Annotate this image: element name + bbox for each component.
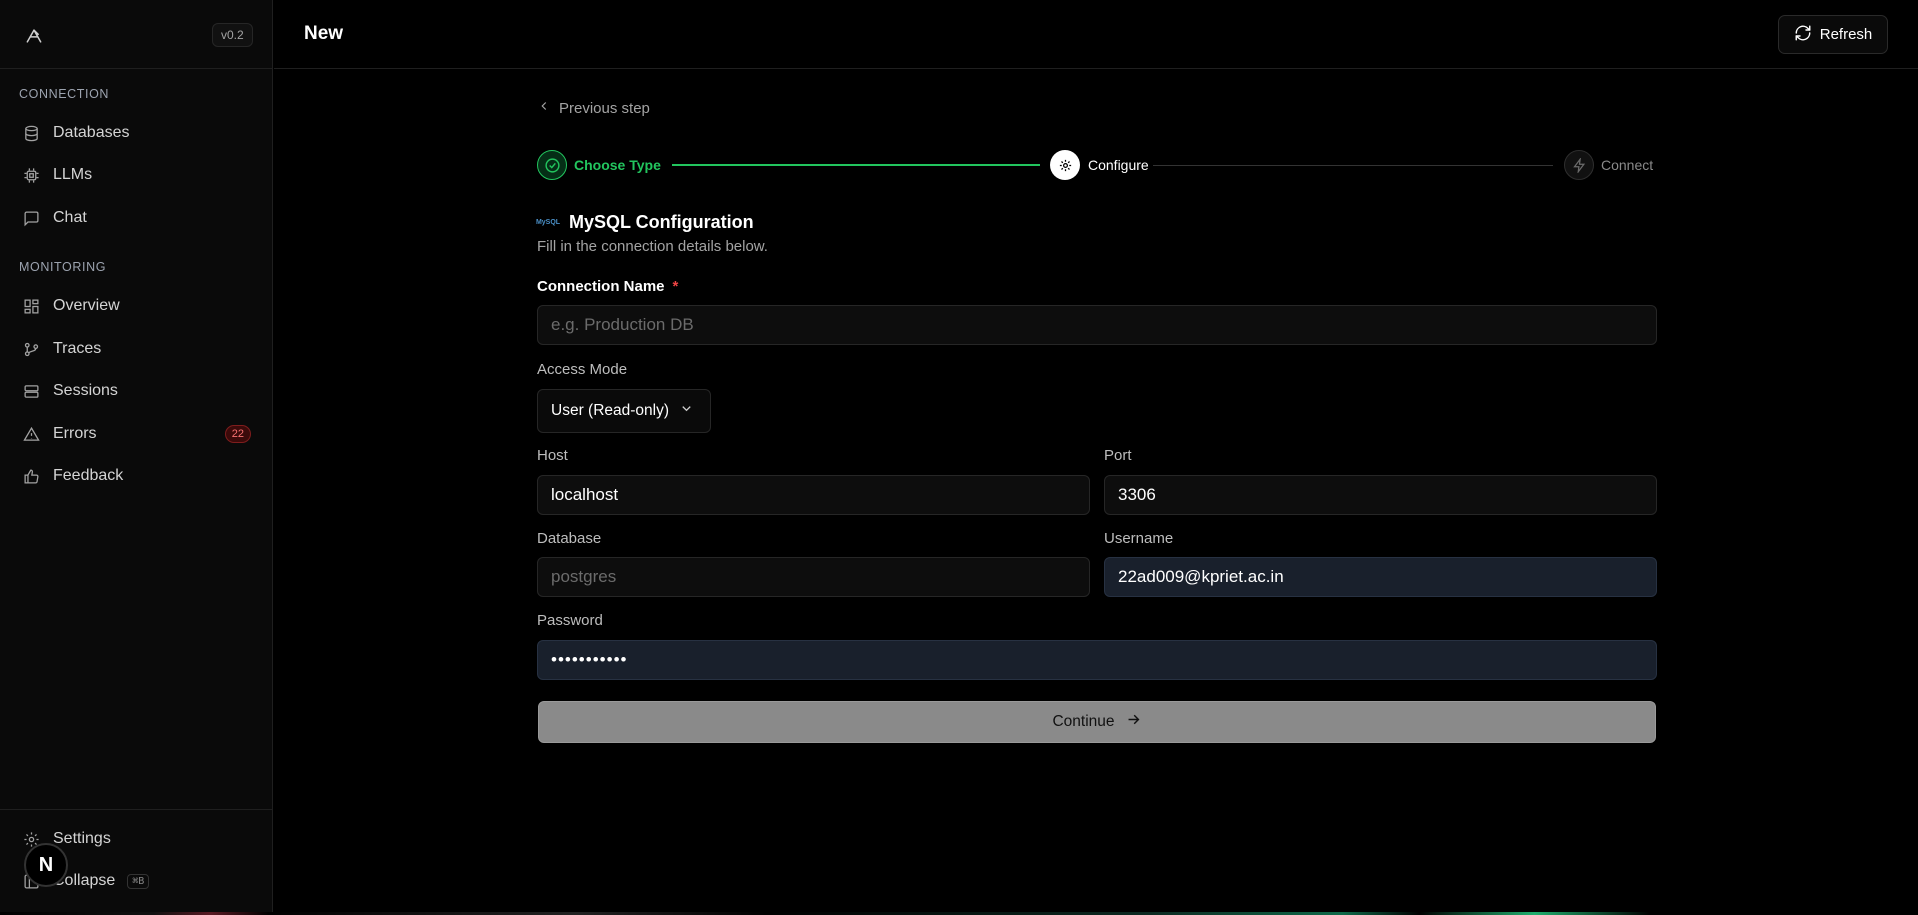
- username-label: Username: [1104, 530, 1174, 547]
- sidebar-item-errors[interactable]: Errors 22: [0, 416, 273, 452]
- host-input[interactable]: localhost: [537, 475, 1090, 515]
- step-connect-circle[interactable]: [1564, 150, 1594, 180]
- step-configure-circle[interactable]: [1050, 150, 1080, 180]
- access-mode-label: Access Mode: [537, 361, 628, 378]
- access-mode-select[interactable]: User (Read-only): [537, 389, 711, 433]
- password-input[interactable]: •••••••••••: [537, 640, 1657, 680]
- sidebar-item-overview[interactable]: Overview: [0, 288, 273, 324]
- form-subtitle: Fill in the connection details below.: [537, 238, 768, 255]
- sidebar-item-databases[interactable]: Databases: [0, 115, 273, 151]
- collapse-shortcut: ⌘B: [127, 873, 150, 889]
- username-input[interactable]: 22ad009@kpriet.ac.in: [1104, 557, 1657, 597]
- git-branch-icon: [22, 340, 40, 358]
- step-label-connect: Connect: [1601, 157, 1654, 173]
- port-label: Port: [1104, 447, 1132, 464]
- sidebar-item-llms[interactable]: LLMs: [0, 157, 273, 193]
- form-title: MySQL MySQL Configuration: [535, 212, 754, 233]
- step-connector-complete: [672, 164, 1040, 166]
- connection-name-input[interactable]: e.g. Production DB: [537, 305, 1657, 345]
- continue-button[interactable]: Continue: [538, 701, 1656, 743]
- top-header: New Refresh: [274, 0, 1918, 69]
- step-label-configure: Configure: [1088, 157, 1149, 173]
- host-label: Host: [537, 447, 568, 464]
- sidebar-item-label: Feedback: [53, 467, 124, 484]
- sidebar-item-sessions[interactable]: Sessions: [0, 373, 273, 409]
- sidebar-item-label: Errors: [53, 425, 97, 442]
- sidebar-footer-divider: [0, 809, 273, 810]
- app-logo-icon[interactable]: [22, 24, 46, 48]
- page-title: New: [304, 23, 344, 44]
- previous-step-link[interactable]: Previous step: [537, 99, 650, 117]
- sidebar-item-feedback[interactable]: Feedback: [0, 458, 273, 494]
- sidebar-divider: [0, 68, 273, 69]
- alert-triangle-icon: [22, 425, 40, 443]
- chevron-down-icon: [679, 401, 694, 421]
- sidebar-item-label: Databases: [53, 124, 130, 141]
- connection-name-label: Connection Name *: [537, 278, 678, 295]
- sidebar-item-label: Sessions: [53, 382, 118, 399]
- section-label-monitoring: MONITORING: [19, 260, 107, 274]
- layout-dashboard-icon: [22, 297, 40, 315]
- step-choose-type-circle[interactable]: [537, 150, 567, 180]
- connection-name-label-text: Connection Name: [537, 278, 665, 295]
- message-square-icon: [22, 209, 40, 227]
- sidebar-item-label: Settings: [53, 830, 111, 847]
- section-label-connection: CONNECTION: [19, 87, 110, 101]
- refresh-label: Refresh: [1819, 26, 1873, 43]
- required-mark: *: [672, 278, 679, 295]
- database-label: Database: [537, 530, 602, 547]
- sidebar-item-chat[interactable]: Chat: [0, 200, 273, 236]
- refresh-icon: [1794, 24, 1812, 46]
- continue-label: Continue: [1052, 713, 1115, 730]
- access-mode-value: User (Read-only): [551, 402, 670, 419]
- step-label-choose-type: Choose Type: [574, 157, 661, 173]
- sidebar-item-label: Overview: [53, 297, 120, 314]
- password-label: Password: [537, 612, 603, 629]
- thumbs-up-icon: [22, 467, 40, 485]
- form-title-text: MySQL Configuration: [569, 212, 754, 232]
- wizard-stepper: Choose Type Configure Connect: [537, 149, 1657, 181]
- gear-icon: [1059, 159, 1071, 171]
- avatar[interactable]: N: [24, 843, 68, 887]
- server-icon: [22, 382, 40, 400]
- port-input[interactable]: 3306: [1104, 475, 1657, 515]
- refresh-button[interactable]: Refresh: [1778, 15, 1888, 54]
- mysql-logo-icon: MySQL: [535, 219, 561, 226]
- chevron-left-icon: [537, 99, 551, 117]
- check-circle-icon: [544, 157, 560, 173]
- lightning-icon: [1572, 157, 1585, 173]
- sidebar: v0.2 CONNECTION Databases LLMs Chat MONI…: [0, 0, 273, 915]
- sidebar-item-traces[interactable]: Traces: [0, 331, 273, 367]
- step-connector-pending: [1153, 165, 1553, 166]
- cpu-icon: [22, 166, 40, 184]
- version-badge: v0.2: [212, 23, 253, 47]
- errors-count-badge: 22: [224, 425, 251, 443]
- previous-step-label: Previous step: [559, 99, 650, 117]
- arrow-right-icon: [1125, 711, 1142, 733]
- database-input[interactable]: postgres: [537, 557, 1090, 597]
- sidebar-item-label: Chat: [53, 209, 87, 226]
- sidebar-item-label: LLMs: [53, 166, 93, 183]
- sidebar-item-label: Traces: [53, 340, 102, 357]
- database-icon: [22, 124, 40, 142]
